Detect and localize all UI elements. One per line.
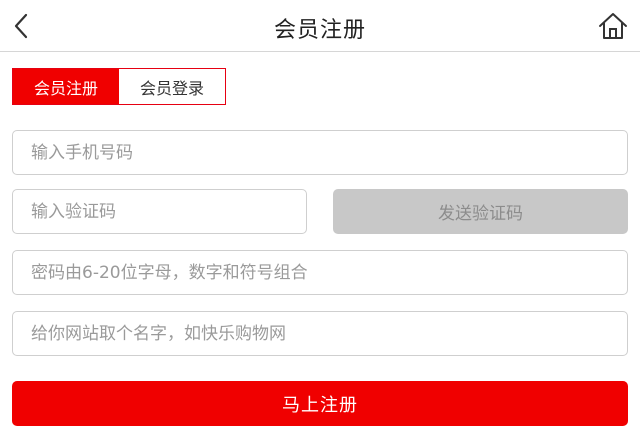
home-icon — [599, 13, 627, 39]
send-code-button[interactable]: 发送验证码 — [333, 189, 628, 234]
tab-login[interactable]: 会员登录 — [119, 69, 225, 104]
password-input[interactable] — [31, 251, 627, 294]
tab-register[interactable]: 会员注册 — [13, 69, 119, 104]
site-name-field-wrapper — [12, 311, 628, 356]
page-title: 会员注册 — [273, 18, 366, 43]
auth-tabs: 会员注册 会员登录 — [12, 68, 226, 105]
top-navbar: 会员注册 — [0, 0, 640, 52]
phone-field-wrapper — [12, 130, 628, 175]
password-field-wrapper — [12, 250, 628, 295]
home-button[interactable] — [596, 9, 630, 43]
register-submit-button[interactable]: 马上注册 — [12, 381, 628, 426]
code-field-wrapper — [12, 189, 307, 234]
site-name-input[interactable] — [31, 312, 627, 355]
verification-code-input[interactable] — [31, 190, 306, 233]
phone-input[interactable] — [31, 131, 627, 174]
register-page: 会员注册 会员注册 会员登录 发送验证码 马上注册 — [0, 0, 640, 441]
